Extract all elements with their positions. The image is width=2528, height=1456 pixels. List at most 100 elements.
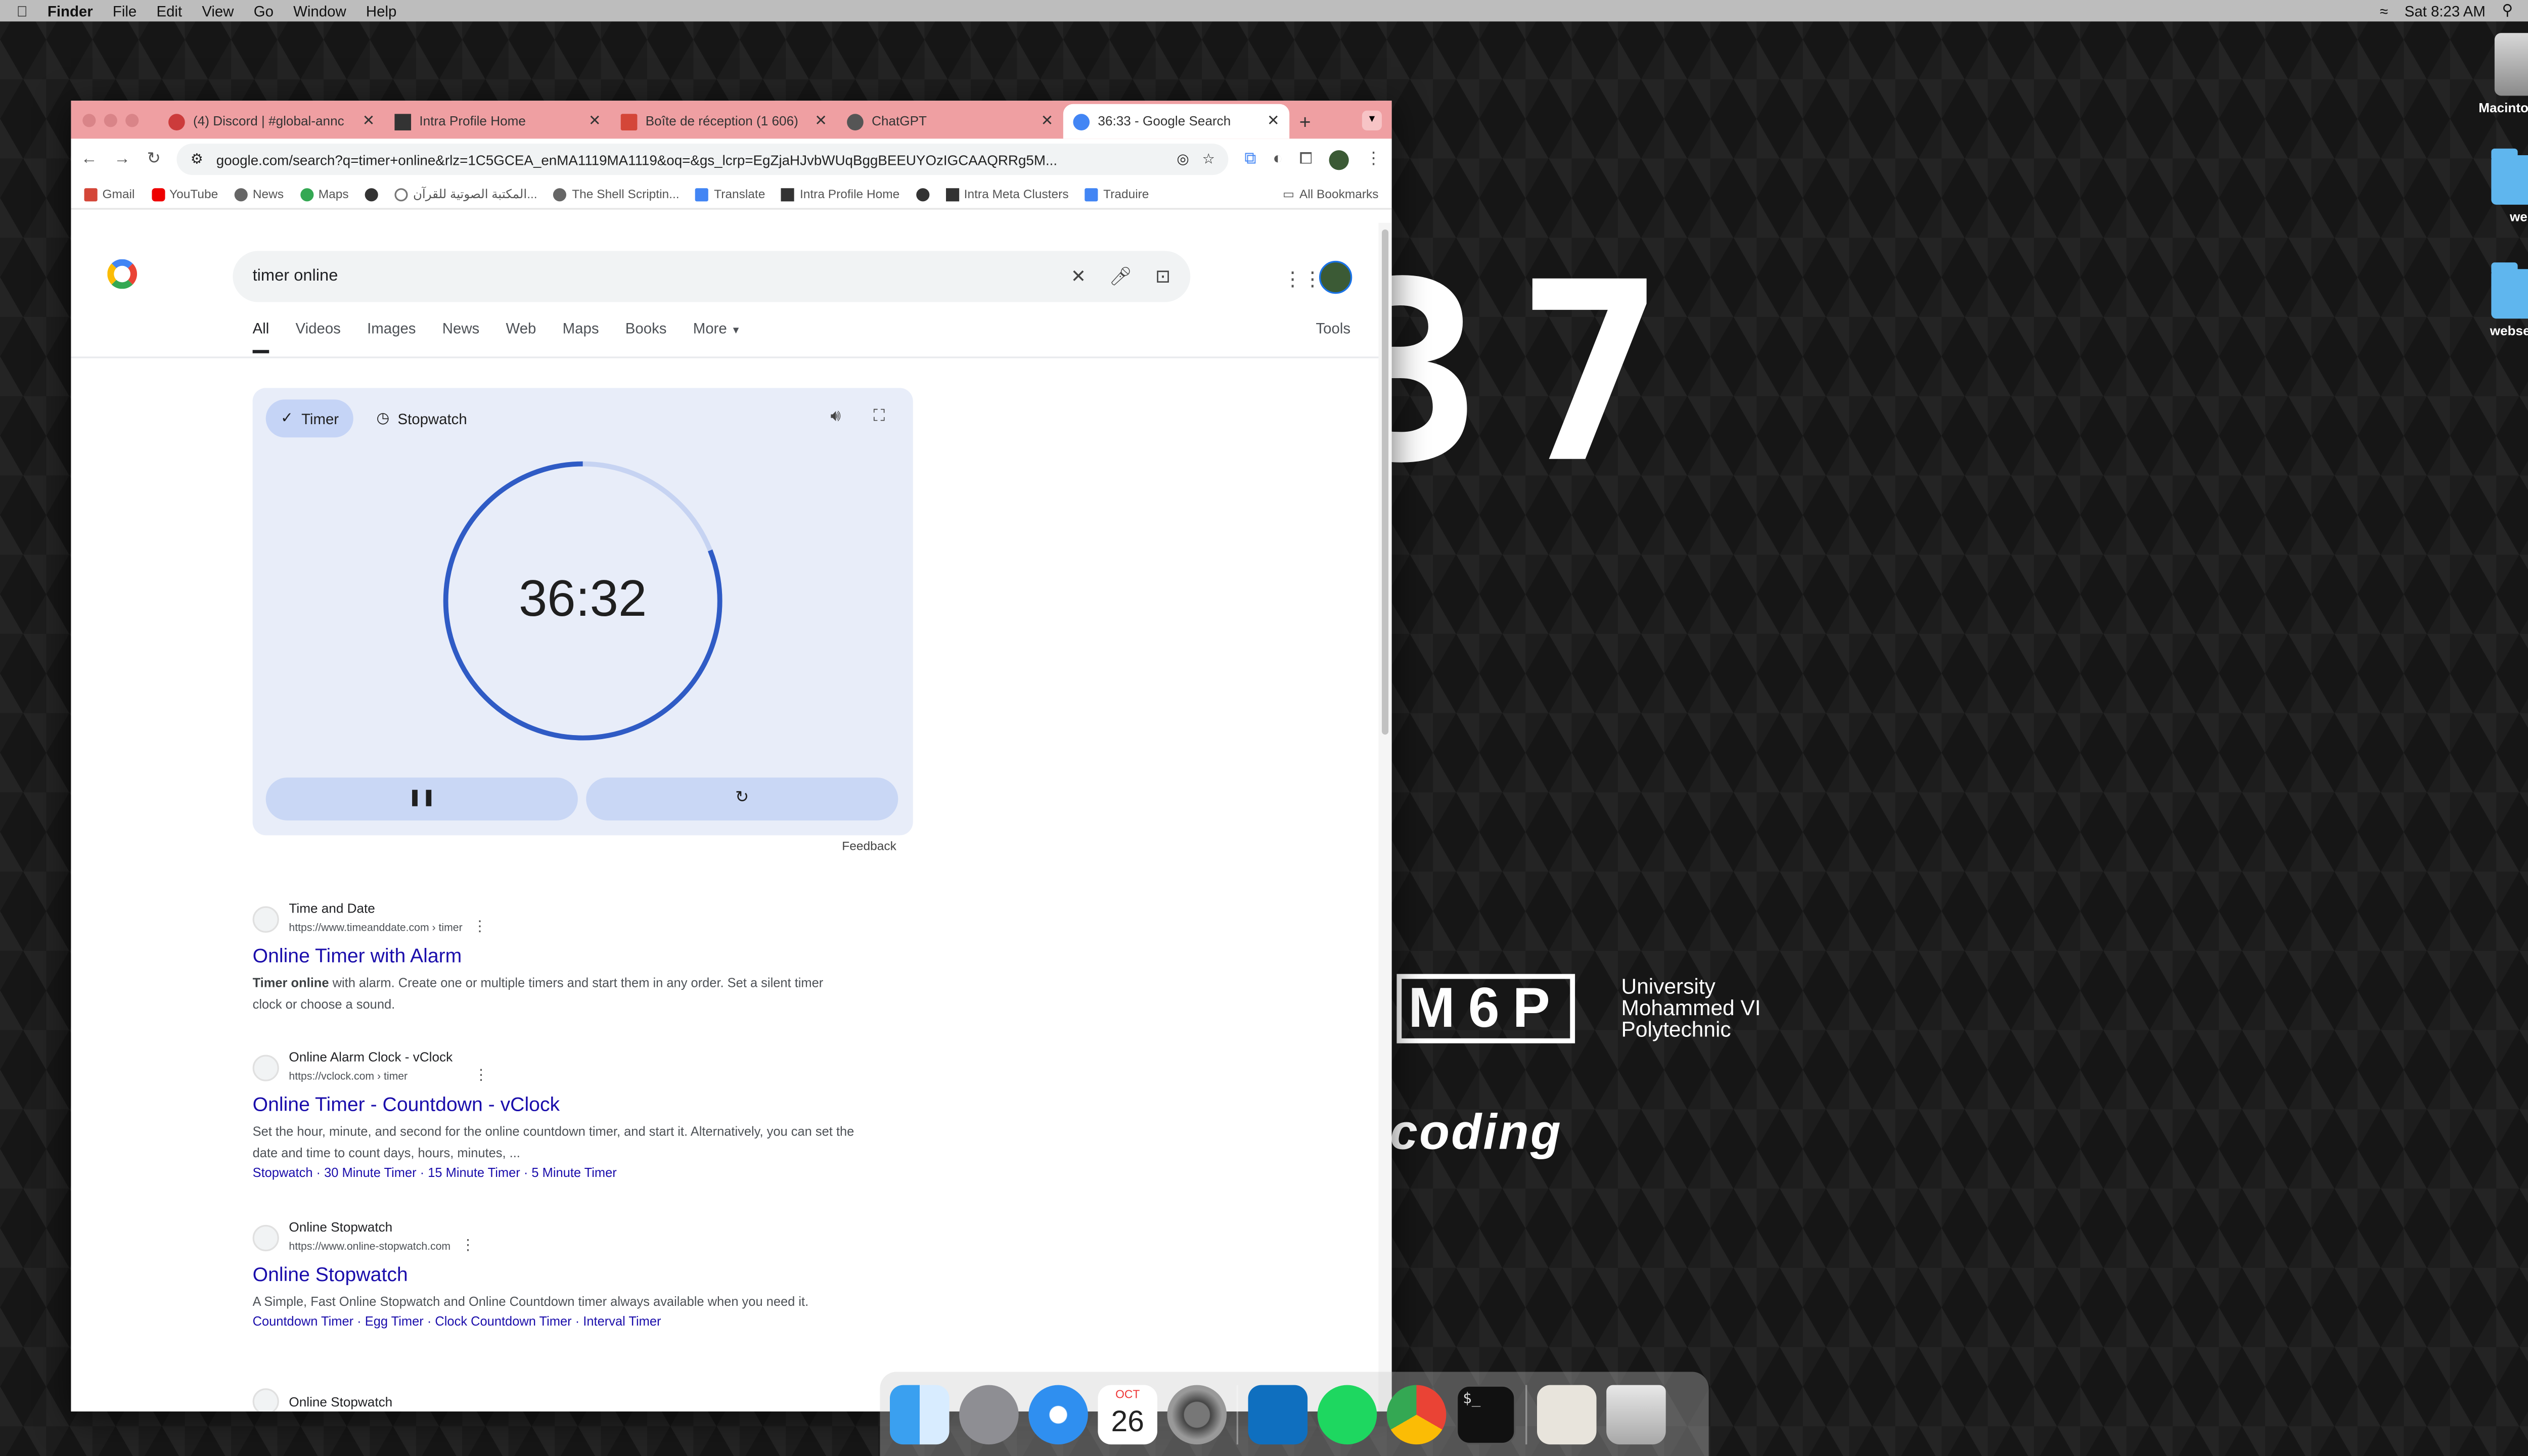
safari-icon[interactable] [1028, 1384, 1088, 1444]
vscode-icon[interactable] [1248, 1384, 1308, 1444]
menu-app-finder[interactable]: Finder [48, 3, 93, 19]
bookmark-youtube[interactable]: YouTube [151, 187, 218, 201]
result-title-link[interactable]: Online Timer - Countdown - vClock [253, 1093, 880, 1116]
scrollbar-thumb[interactable] [1382, 229, 1389, 735]
bookmark-intra-profile[interactable]: Intra Profile Home [782, 187, 899, 201]
search-box[interactable]: timer online ✕ 🎤︎ ⊡ [233, 251, 1191, 302]
tab-images[interactable]: Images [367, 320, 416, 353]
bookmark-intra-meta-clusters[interactable]: Intra Meta Clusters [945, 187, 1069, 201]
tab-search-chevron-icon[interactable]: ▾ [1362, 110, 1382, 130]
back-arrow-icon[interactable]: ← [81, 150, 98, 168]
tab-intra-profile[interactable]: Intra Profile Home ✕ [385, 104, 611, 139]
bookmark-news[interactable]: News [234, 187, 284, 201]
tab-gmail[interactable]: Boîte de réception (1 606) ✕ [611, 104, 837, 139]
spotlight-search-icon[interactable]: ⚲ [2502, 2, 2513, 20]
result-sitelinks[interactable]: Stopwatch · 30 Minute Timer · 15 Minute … [253, 1165, 880, 1180]
location-icon[interactable]: ◎ [1177, 150, 1189, 168]
menu-help[interactable]: Help [366, 3, 396, 19]
result-sitelinks[interactable]: Countdown Timer · Egg Timer · Clock Coun… [253, 1314, 880, 1329]
bookmark-unnamed-1[interactable] [365, 187, 379, 201]
page-scrollbar[interactable] [1378, 222, 1392, 1412]
site-info-icon[interactable]: ⚙ [191, 150, 203, 168]
extensions-puzzle-icon[interactable]: ⧠ [1299, 150, 1313, 168]
more-options-icon[interactable]: ⋮ [474, 1066, 488, 1083]
bookmark-unnamed-2[interactable] [916, 187, 930, 201]
menu-view[interactable]: View [202, 3, 234, 19]
spotify-icon[interactable] [1317, 1384, 1377, 1444]
clear-search-icon[interactable]: ✕ [1071, 266, 1086, 287]
timer-mode-chip[interactable]: ✓ Timer [265, 399, 354, 438]
close-tab-icon[interactable]: ✕ [815, 112, 827, 130]
tools-button[interactable]: Tools [1316, 320, 1350, 337]
tab-discord[interactable]: (4) Discord | #global-annc ✕ [158, 104, 384, 139]
menu-edit[interactable]: Edit [156, 3, 182, 19]
zoom-window-button[interactable] [125, 114, 139, 127]
volume-icon[interactable]: 🔊︎ [830, 408, 841, 426]
chrome-icon[interactable] [1386, 1384, 1447, 1444]
new-tab-button[interactable]: + [1299, 111, 1311, 134]
bookmark-traduire[interactable]: Traduire [1085, 187, 1149, 201]
reload-icon[interactable]: ↻ [147, 150, 161, 168]
bookmark-quran[interactable]: المكتبة الصوتية للقرآن... [395, 187, 537, 201]
finder-icon[interactable] [890, 1384, 950, 1444]
timer-display[interactable]: 36:32 [418, 570, 748, 629]
dark-mode-extension-icon[interactable]: ◐ [1273, 150, 1283, 168]
tab-google-search[interactable]: 36:33 - Google Search ✕ [1063, 104, 1290, 139]
terminal-icon[interactable]: $_ [1456, 1384, 1516, 1444]
minimize-window-button[interactable] [104, 114, 117, 127]
lens-search-icon[interactable]: ⊡ [1155, 266, 1170, 287]
tab-videos[interactable]: Videos [296, 320, 341, 353]
profile-avatar-icon[interactable] [1329, 149, 1349, 169]
close-tab-icon[interactable]: ✕ [589, 112, 601, 130]
menu-window[interactable]: Window [293, 3, 346, 19]
tab-all[interactable]: All [252, 320, 269, 353]
desktop-icon-macintosh-hd[interactable]: Macintosh HD [2465, 33, 2528, 116]
tab-chatgpt[interactable]: ChatGPT ✕ [837, 104, 1063, 139]
tab-news[interactable]: News [442, 320, 480, 353]
tab-books[interactable]: Books [625, 320, 667, 353]
preview-icon[interactable] [1537, 1384, 1597, 1444]
forward-arrow-icon[interactable]: → [114, 150, 130, 168]
tab-web[interactable]: Web [506, 320, 536, 353]
voice-search-icon[interactable]: 🎤︎ [1109, 266, 1133, 287]
trash-icon[interactable] [1606, 1384, 1666, 1444]
more-options-icon[interactable]: ⋮ [472, 918, 487, 935]
desktop-icon-webserver[interactable]: webserver [2465, 262, 2528, 338]
bookmark-shell-scripting[interactable]: The Shell Scriptin... [554, 187, 680, 201]
close-tab-icon[interactable]: ✕ [1267, 112, 1280, 130]
pause-button[interactable]: ❚❚ [265, 777, 578, 821]
menubar-clock[interactable]: Sat 8:23 AM [2405, 3, 2486, 19]
result-title-link[interactable]: Online Stopwatch [253, 1263, 880, 1286]
calendar-icon[interactable]: OCT 26 [1098, 1384, 1157, 1444]
apple-menu-icon[interactable]:  [17, 3, 28, 19]
close-tab-icon[interactable]: ✕ [1041, 112, 1054, 130]
url-text[interactable]: google.com/search?q=timer+online&rlz=1C5… [216, 151, 1163, 168]
system-settings-icon[interactable] [1167, 1384, 1227, 1444]
bookmark-translate[interactable]: Translate [696, 187, 765, 201]
bookmark-star-icon[interactable]: ☆ [1202, 150, 1215, 168]
tab-maps[interactable]: Maps [563, 320, 599, 353]
stopwatch-mode-chip[interactable]: ◷ Stopwatch [362, 399, 482, 437]
close-tab-icon[interactable]: ✕ [363, 112, 375, 130]
search-input[interactable]: timer online [253, 267, 1048, 286]
bookmark-maps[interactable]: Maps [300, 187, 349, 201]
wifi-icon[interactable]: ≈ [2380, 3, 2388, 19]
menu-go[interactable]: Go [254, 3, 274, 19]
chrome-menu-icon[interactable]: ⋮ [1365, 150, 1382, 168]
result-title-link[interactable]: Online Timer with Alarm [253, 944, 880, 968]
google-logo[interactable] [107, 259, 138, 289]
desktop-icon-web[interactable]: web [2465, 148, 2528, 224]
translate-extension-icon[interactable]: ⧉ [1244, 150, 1256, 168]
account-avatar[interactable] [1319, 260, 1352, 294]
reset-button[interactable]: ↻ [586, 777, 898, 821]
fullscreen-icon[interactable]: ⛶ [873, 408, 885, 426]
tab-more[interactable]: More ▼ [693, 320, 741, 353]
menu-file[interactable]: File [113, 3, 137, 19]
all-bookmarks-button[interactable]: ▭ All Bookmarks [1283, 187, 1378, 201]
close-window-button[interactable] [82, 114, 96, 127]
bookmark-gmail[interactable]: Gmail [84, 187, 134, 201]
feedback-link[interactable]: Feedback [842, 839, 896, 853]
address-bar[interactable]: ⚙ google.com/search?q=timer+online&rlz=1… [177, 144, 1228, 175]
launchpad-icon[interactable] [959, 1384, 1019, 1444]
more-options-icon[interactable]: ⋮ [461, 1237, 475, 1253]
